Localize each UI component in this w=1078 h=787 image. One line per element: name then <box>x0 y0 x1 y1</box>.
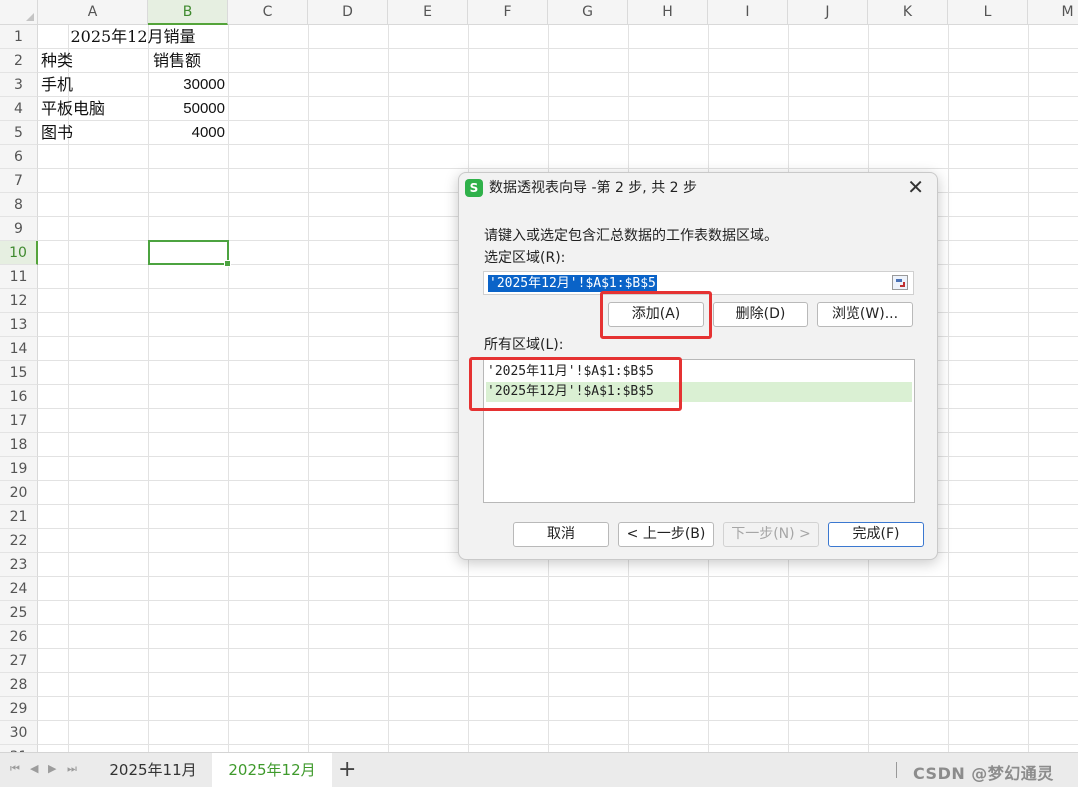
row-header-12[interactable]: 12 <box>0 289 38 313</box>
row-header-17[interactable]: 17 <box>0 409 38 433</box>
cell-a3[interactable]: 手机 <box>41 73 73 97</box>
row-header-7[interactable]: 7 <box>0 169 38 193</box>
row-header-27[interactable]: 27 <box>0 649 38 673</box>
instruction-text: 请键入或选定包含汇总数据的工作表数据区域。 <box>484 228 778 244</box>
wps-spreadsheet-icon: S <box>465 179 483 197</box>
row-header-3[interactable]: 3 <box>0 73 38 97</box>
cancel-button[interactable]: 取消 <box>513 522 609 547</box>
column-header-d[interactable]: D <box>308 0 388 25</box>
row-header-15[interactable]: 15 <box>0 361 38 385</box>
column-header-m[interactable]: M <box>1028 0 1078 25</box>
sheet-tab-bar: ⏮ ◀ ▶ ⏭ 2025年11月 2025年12月 + CSDN @梦幻通灵 <box>0 752 1078 787</box>
column-header-g[interactable]: G <box>548 0 628 25</box>
row-header-1[interactable]: 1 <box>0 25 38 49</box>
row-header-4[interactable]: 4 <box>0 97 38 121</box>
cell-a4[interactable]: 平板电脑 <box>41 97 105 121</box>
column-header-b[interactable]: B <box>148 0 228 25</box>
row-header-28[interactable]: 28 <box>0 673 38 697</box>
row-header-20[interactable]: 20 <box>0 481 38 505</box>
first-sheet-icon[interactable]: ⏮ <box>10 762 20 776</box>
list-item-selected[interactable]: '2025年12月'!$A$1:$B$5 <box>486 382 912 402</box>
row-header-25[interactable]: 25 <box>0 601 38 625</box>
range-collapse-icon[interactable] <box>892 275 908 290</box>
column-header-f[interactable]: F <box>468 0 548 25</box>
row-header-18[interactable]: 18 <box>0 433 38 457</box>
row-header-31[interactable]: 31 <box>0 745 38 752</box>
cell-a5[interactable]: 图书 <box>41 121 73 145</box>
csdn-watermark: CSDN @梦幻通灵 <box>913 764 1054 783</box>
browse-button[interactable]: 浏览(W)... <box>817 302 913 327</box>
column-header-a[interactable]: A <box>38 0 148 25</box>
dialog-title: 数据透视表向导 -第 2 步, 共 2 步 <box>489 180 698 196</box>
next-sheet-icon[interactable]: ▶ <box>48 762 56 775</box>
tab-bar-divider <box>896 762 897 778</box>
list-item[interactable]: '2025年11月'!$A$1:$B$5 <box>486 362 912 382</box>
row-header-23[interactable]: 23 <box>0 553 38 577</box>
column-header-c[interactable]: C <box>228 0 308 25</box>
all-ranges-list[interactable]: '2025年11月'!$A$1:$B$5 '2025年12月'!$A$1:$B$… <box>483 359 915 503</box>
back-button[interactable]: < 上一步(B) <box>618 522 714 547</box>
row-header-5[interactable]: 5 <box>0 121 38 145</box>
row-header-11[interactable]: 11 <box>0 265 38 289</box>
row-header-22[interactable]: 22 <box>0 529 38 553</box>
row-header-21[interactable]: 21 <box>0 505 38 529</box>
row-header-10[interactable]: 10 <box>0 241 38 265</box>
close-icon[interactable]: ✕ <box>907 175 924 199</box>
last-sheet-icon[interactable]: ⏭ <box>67 762 77 776</box>
all-ranges-label: 所有区域(L): <box>484 337 564 353</box>
sheet-tab-2025-12[interactable]: 2025年12月 <box>212 753 332 787</box>
selected-range-input[interactable]: '2025年12月'!$A$1:$B$5 <box>483 271 914 295</box>
active-cell-b10[interactable] <box>148 240 231 267</box>
row-header-19[interactable]: 19 <box>0 457 38 481</box>
cell-b5[interactable]: 4000 <box>148 121 225 145</box>
column-header-h[interactable]: H <box>628 0 708 25</box>
row-header-8[interactable]: 8 <box>0 193 38 217</box>
column-header-e[interactable]: E <box>388 0 468 25</box>
column-header-i[interactable]: I <box>708 0 788 25</box>
selected-range-value: '2025年12月'!$A$1:$B$5 <box>488 275 657 292</box>
column-header-k[interactable]: K <box>868 0 948 25</box>
column-header-j[interactable]: J <box>788 0 868 25</box>
cell-b2[interactable]: 销售额 <box>153 49 201 73</box>
row-header-16[interactable]: 16 <box>0 385 38 409</box>
row-header-24[interactable]: 24 <box>0 577 38 601</box>
cell-b4[interactable]: 50000 <box>148 97 225 121</box>
cell-a2[interactable]: 种类 <box>41 49 73 73</box>
add-button[interactable]: 添加(A) <box>608 302 704 327</box>
next-button: 下一步(N) > <box>723 522 819 547</box>
sheet-tab-2025-11[interactable]: 2025年11月 <box>96 753 210 787</box>
row-header-2[interactable]: 2 <box>0 49 38 73</box>
pivot-table-wizard-dialog: S 数据透视表向导 -第 2 步, 共 2 步 ✕ 请键入或选定包含汇总数据的工… <box>458 172 938 560</box>
selected-range-label: 选定区域(R): <box>484 250 566 266</box>
cell-b3[interactable]: 30000 <box>148 73 225 97</box>
prev-sheet-icon[interactable]: ◀ <box>30 762 38 775</box>
row-header-9[interactable]: 9 <box>0 217 38 241</box>
row-header-29[interactable]: 29 <box>0 697 38 721</box>
row-header-13[interactable]: 13 <box>0 313 38 337</box>
cell-a1-title[interactable]: 2025年12月销量 <box>38 25 228 49</box>
delete-button[interactable]: 删除(D) <box>713 302 808 327</box>
row-header-30[interactable]: 30 <box>0 721 38 745</box>
row-header-26[interactable]: 26 <box>0 625 38 649</box>
row-header-6[interactable]: 6 <box>0 145 38 169</box>
add-sheet-button[interactable]: + <box>338 755 356 785</box>
select-all-corner[interactable] <box>0 0 38 25</box>
row-header-14[interactable]: 14 <box>0 337 38 361</box>
column-header-l[interactable]: L <box>948 0 1028 25</box>
finish-button[interactable]: 完成(F) <box>828 522 924 547</box>
